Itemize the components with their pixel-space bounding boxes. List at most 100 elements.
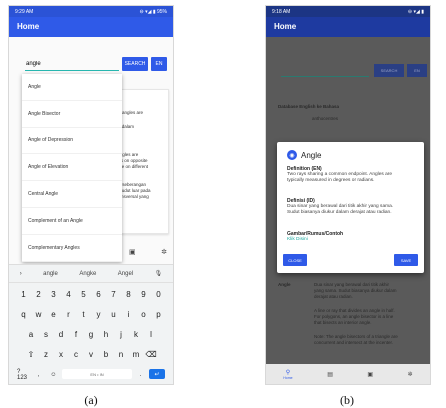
- nav-saved[interactable]: ▣: [367, 371, 373, 378]
- key[interactable]: h: [100, 326, 113, 343]
- bg-line: A line or ray that divides an angle in h…: [314, 308, 395, 313]
- emoji-key-icon[interactable]: ☺: [47, 366, 60, 383]
- key[interactable]: 0: [152, 286, 165, 303]
- bg-line: Dua sinar yang berawal dari titik akhir: [314, 282, 390, 287]
- key[interactable]: j: [115, 326, 128, 343]
- status-bar: 9:18 AM ⊖ ▾◢ ▮: [266, 6, 430, 17]
- key[interactable]: p: [152, 306, 165, 323]
- key[interactable]: r: [62, 306, 75, 323]
- keyboard-suggestion[interactable]: Angel: [118, 271, 133, 277]
- suggestion-item[interactable]: Angle Bisector: [22, 101, 122, 128]
- key[interactable]: b: [100, 346, 113, 363]
- dialog-title: Angle: [301, 150, 322, 160]
- save-icon: ▣: [367, 371, 374, 378]
- key[interactable]: m: [130, 346, 143, 363]
- save-button[interactable]: SAVE: [394, 254, 418, 266]
- bg-line: Angle: [278, 282, 291, 287]
- table-word: anthocentres: [312, 116, 339, 121]
- suggestion-item[interactable]: Complementary Angles: [22, 235, 122, 262]
- key[interactable]: 9: [137, 286, 150, 303]
- key[interactable]: q: [17, 306, 30, 323]
- key[interactable]: e: [47, 306, 60, 323]
- search-button[interactable]: SEARCH: [122, 57, 148, 71]
- key[interactable]: a: [25, 326, 38, 343]
- microphone-icon[interactable]: 🎙︎: [155, 270, 163, 277]
- status-icons: ⊖ ▾◢ ▮: [407, 8, 424, 15]
- action-icons: ▣ ✲: [129, 248, 167, 256]
- screenshot-a: 9:29 AM ⊖ ▾◢ ▮ 95% Home SEARCH EN e inte…: [8, 5, 174, 385]
- status-icons: ⊖ ▾◢ ▮ 95%: [139, 8, 167, 15]
- key[interactable]: 3: [47, 286, 60, 303]
- key[interactable]: u: [107, 306, 120, 323]
- nav-home-label: Home: [283, 375, 293, 380]
- book-icon: ◉: [287, 150, 297, 160]
- gear-icon[interactable]: ✲: [161, 248, 167, 256]
- app-bar: Home: [266, 17, 430, 37]
- nav-dictionary[interactable]: ▤: [327, 371, 333, 378]
- search-row: SEARCH EN: [25, 55, 167, 73]
- bg-line: that bisects an interior angle.: [314, 320, 372, 325]
- key[interactable]: g: [85, 326, 98, 343]
- language-button[interactable]: EN: [407, 64, 427, 77]
- period-key[interactable]: .: [134, 366, 147, 383]
- bg-line: Note: The angle bisectors of a triangle …: [314, 334, 398, 339]
- nav-home[interactable]: ⚲ Home: [283, 369, 292, 380]
- key[interactable]: 8: [122, 286, 135, 303]
- key-row-3: ⇧ z x c v b n m ⌫: [9, 346, 173, 363]
- space-key[interactable]: EN • IN: [62, 369, 132, 379]
- keyboard-suggestion[interactable]: angle: [43, 271, 58, 277]
- language-button[interactable]: EN: [151, 57, 167, 71]
- key[interactable]: y: [92, 306, 105, 323]
- shift-key-icon[interactable]: ⇧: [25, 346, 38, 363]
- nav-settings[interactable]: ✲: [408, 371, 413, 378]
- close-button[interactable]: CLOSE: [283, 254, 307, 266]
- key[interactable]: n: [115, 346, 128, 363]
- search-input[interactable]: [25, 57, 119, 71]
- key[interactable]: 6: [92, 286, 105, 303]
- key[interactable]: t: [77, 306, 90, 323]
- enter-key-icon[interactable]: ↵: [149, 369, 165, 379]
- backspace-key-icon[interactable]: ⌫: [145, 346, 158, 363]
- key[interactable]: v: [85, 346, 98, 363]
- key[interactable]: 4: [62, 286, 75, 303]
- autocomplete-dropdown: Angle Angle Bisector Angle of Depression…: [22, 74, 122, 262]
- key[interactable]: z: [40, 346, 53, 363]
- key[interactable]: i: [122, 306, 135, 323]
- key[interactable]: w: [32, 306, 45, 323]
- status-bar: 9:29 AM ⊖ ▾◢ ▮ 95%: [9, 6, 173, 17]
- key[interactable]: d: [55, 326, 68, 343]
- symbols-key[interactable]: ?123: [17, 366, 30, 383]
- key[interactable]: c: [70, 346, 83, 363]
- chevron-right-icon[interactable]: ›: [20, 271, 22, 277]
- bg-line: derajat atau radian.: [314, 294, 353, 299]
- key[interactable]: f: [70, 326, 83, 343]
- key-row-bottom: ?123 , ☺ EN • IN . ↵: [9, 366, 173, 383]
- suggestion-item[interactable]: Angle: [22, 74, 122, 101]
- search-input[interactable]: [281, 65, 369, 77]
- key[interactable]: k: [130, 326, 143, 343]
- save-icon[interactable]: ▣: [129, 248, 136, 256]
- bg-line: yang sama. Sudut biasanya diukur dalam: [314, 288, 397, 293]
- app-title: Home: [17, 22, 40, 31]
- key[interactable]: s: [40, 326, 53, 343]
- key[interactable]: 7: [107, 286, 120, 303]
- table-header: Database English ke Bahasa: [278, 104, 340, 109]
- suggestion-item[interactable]: Angle of Elevation: [22, 154, 122, 182]
- comma-key[interactable]: ,: [32, 366, 45, 383]
- formula-link[interactable]: Klik Disini: [287, 237, 308, 242]
- key[interactable]: o: [137, 306, 150, 323]
- keyboard-suggestion[interactable]: Angke: [79, 271, 96, 277]
- key[interactable]: 5: [77, 286, 90, 303]
- gear-icon: ✲: [407, 371, 413, 378]
- key[interactable]: 2: [32, 286, 45, 303]
- bg-line: For polygons, an angle bisector is a lin…: [314, 314, 394, 319]
- definition-en-text: typically measured in degrees or radians…: [287, 178, 375, 183]
- key[interactable]: l: [145, 326, 158, 343]
- suggestion-item[interactable]: Angle of Depression: [22, 128, 122, 155]
- search-button[interactable]: SEARCH: [374, 64, 404, 77]
- app-bar: Home: [9, 17, 173, 37]
- suggestion-item[interactable]: Complement of an Angle: [22, 208, 122, 235]
- key[interactable]: x: [55, 346, 68, 363]
- suggestion-item[interactable]: Central Angle: [22, 181, 122, 208]
- key[interactable]: 1: [17, 286, 30, 303]
